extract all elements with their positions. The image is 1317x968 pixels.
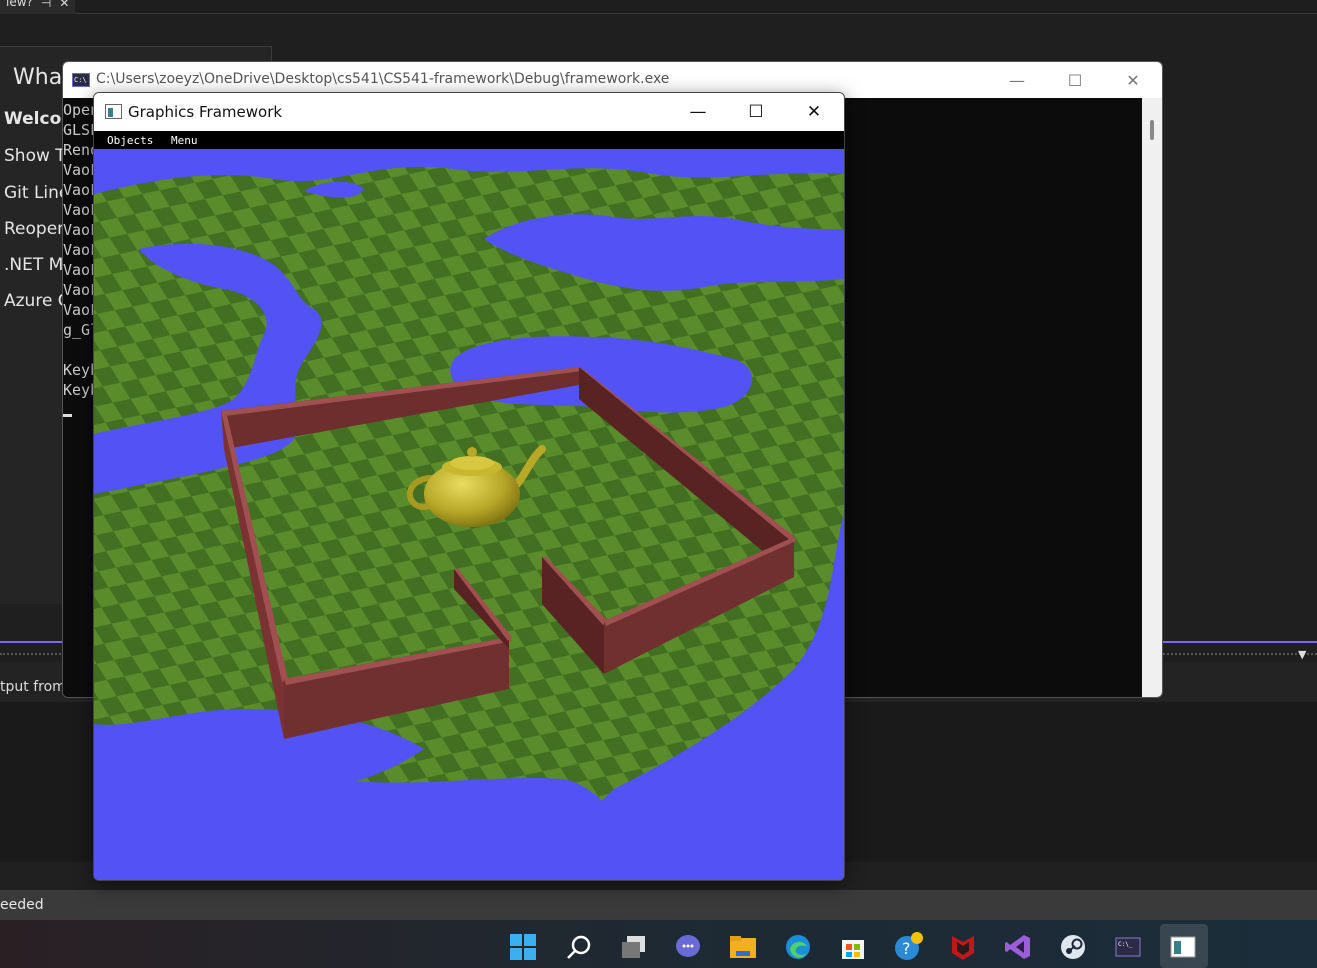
- minimize-button[interactable]: —: [669, 93, 727, 131]
- close-icon[interactable]: ✕: [59, 0, 69, 11]
- windows-taskbar: ? C:\_: [0, 920, 1317, 968]
- task-view-icon[interactable]: [618, 932, 648, 962]
- graphics-framework-icon[interactable]: [1168, 932, 1198, 962]
- opengl-viewport[interactable]: [94, 149, 844, 880]
- file-explorer-icon[interactable]: [728, 932, 758, 962]
- close-button[interactable]: ✕: [1104, 62, 1162, 98]
- graphics-titlebar[interactable]: Graphics Framework — ☐ ✕: [94, 93, 844, 131]
- mcafee-icon[interactable]: [948, 932, 978, 962]
- graphics-menubar: Objects Menu: [94, 131, 844, 149]
- tab-label: iew?: [6, 0, 33, 9]
- output-source-label: tput from: [0, 679, 66, 695]
- maximize-button[interactable]: ☐: [727, 93, 785, 131]
- minimize-button[interactable]: —: [988, 62, 1046, 98]
- windows-start-icon[interactable]: [508, 932, 538, 962]
- teams-chat-icon[interactable]: [673, 932, 703, 962]
- help-icon[interactable]: ?: [893, 932, 923, 962]
- panel-item-welcome[interactable]: Welco: [4, 109, 61, 129]
- graphics-title: Graphics Framework: [128, 103, 283, 121]
- terminal-icon[interactable]: C:\_: [1113, 932, 1143, 962]
- svg-text:?: ?: [902, 939, 911, 958]
- vs-status-bar: eeded: [0, 890, 1317, 920]
- pin-icon[interactable]: ⊣: [41, 0, 51, 11]
- svg-text:C:\_: C:\_: [1118, 941, 1133, 948]
- console-title: C:\Users\zoeyz\OneDrive\Desktop\cs541\CS…: [96, 71, 670, 87]
- panel-item-show[interactable]: Show T: [4, 146, 66, 166]
- vs-document-tabstrip: iew? ⊣ ✕: [0, 0, 1317, 14]
- maximize-button[interactable]: ☐: [1046, 62, 1104, 98]
- text-cursor: [63, 414, 72, 417]
- panel-item-git-line[interactable]: Git Line: [4, 183, 69, 203]
- store-icon[interactable]: [838, 932, 868, 962]
- steam-icon[interactable]: [1058, 932, 1088, 962]
- visual-studio-icon[interactable]: [1003, 932, 1033, 962]
- panel-item-dotnet[interactable]: .NET M: [4, 255, 63, 275]
- scrollbar-thumb[interactable]: [1150, 120, 1154, 140]
- river-bottom-left: [94, 773, 621, 880]
- scene-render: [94, 149, 844, 880]
- console-scrollbar[interactable]: [1142, 98, 1162, 697]
- terminal-icon: C:\: [72, 73, 90, 87]
- chevron-down-icon[interactable]: ▼: [1298, 648, 1306, 661]
- search-icon[interactable]: [564, 932, 594, 962]
- panel-item-reopen[interactable]: Reopen: [4, 219, 68, 239]
- menu-objects[interactable]: Objects: [107, 134, 153, 147]
- menu-menu[interactable]: Menu: [171, 134, 198, 147]
- graphics-framework-window[interactable]: Graphics Framework — ☐ ✕ Objects Menu: [93, 92, 845, 881]
- vs-document-tab[interactable]: iew? ⊣ ✕: [0, 0, 76, 14]
- app-window-icon: [105, 104, 122, 119]
- desktop: iew? ⊣ ✕ What Welco Show T Git Line Reop…: [0, 0, 1317, 968]
- status-text: eeded: [0, 897, 44, 913]
- panel-item-azure[interactable]: Azure C: [4, 291, 70, 311]
- close-button[interactable]: ✕: [785, 93, 843, 131]
- edge-icon[interactable]: [783, 932, 813, 962]
